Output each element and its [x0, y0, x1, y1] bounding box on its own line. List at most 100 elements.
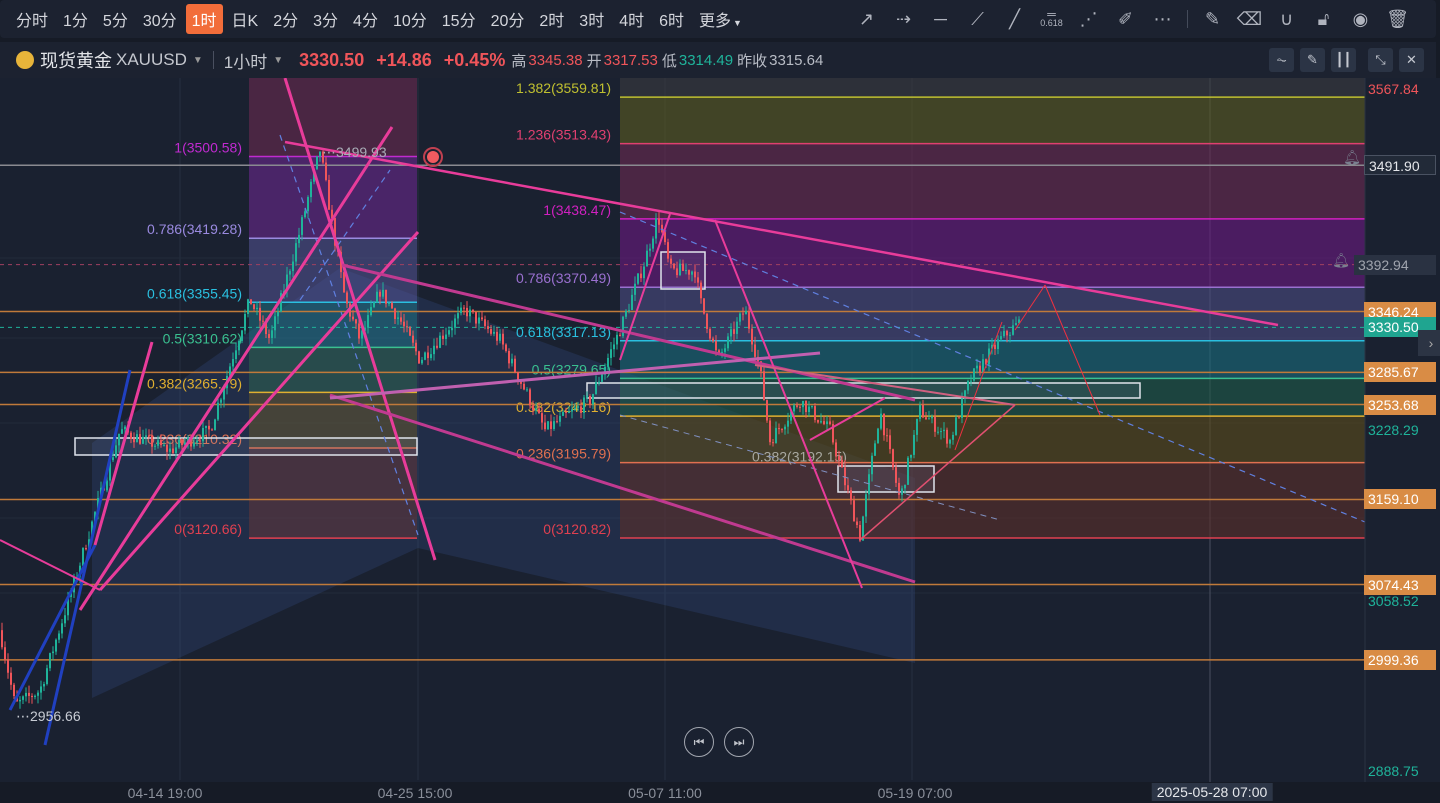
fib-0.618-icon[interactable]: ═ 0.618 [1033, 4, 1070, 34]
horizontal-line-icon[interactable]: ─ [922, 4, 959, 34]
close-button[interactable]: ✕ [1399, 48, 1424, 72]
candle-body [508, 350, 510, 364]
period-8[interactable]: 4分 [347, 4, 384, 34]
collapse-button[interactable]: ⤡ [1368, 48, 1393, 72]
price-chart[interactable]: 1(3500.58) 0.786(3419.28) 0.618(3355.45) 0.… [0, 78, 1440, 782]
candle-body [250, 299, 252, 305]
candle-body [412, 335, 414, 343]
candle-body [949, 439, 951, 444]
divider [212, 51, 214, 69]
candle-body [487, 326, 489, 330]
candle-body [541, 413, 543, 423]
candle-body [598, 381, 600, 383]
candle-body [958, 417, 960, 419]
candle-body [262, 320, 264, 322]
gold-coin-icon [16, 51, 34, 69]
candle-body [472, 309, 474, 313]
time-axis[interactable]: 04-14 19:00 04-25 15:00 05-07 11:00 05-19 0… [0, 782, 1365, 803]
last-price: 3330.50 [299, 49, 365, 70]
candle-body [562, 411, 564, 416]
period-7[interactable]: 3分 [307, 4, 344, 34]
period-10[interactable]: 15分 [436, 4, 482, 34]
magnet-icon[interactable]: ∪ [1268, 4, 1305, 34]
price-axis-label: 3228.29 [1368, 422, 1419, 438]
period-9[interactable]: 10分 [387, 4, 433, 34]
period-16[interactable]: 更多 ▼ [693, 4, 748, 34]
candle-body [148, 435, 150, 437]
candle-body [271, 330, 273, 338]
candle-body [373, 302, 375, 308]
candle-body [571, 409, 573, 412]
candle-body [214, 419, 216, 431]
fib-level-label: 1.236(3513.43) [516, 127, 611, 143]
candle-body [166, 444, 168, 452]
price-axis-label: 3253.68 [1364, 394, 1436, 415]
candle-body [970, 380, 972, 382]
ray-icon[interactable]: ⟋ [959, 4, 996, 34]
period-2[interactable]: 5分 [97, 4, 134, 34]
highlighter-icon[interactable]: ✐ [1107, 4, 1144, 34]
candle-body [310, 181, 312, 198]
indicator-button[interactable]: ⏦ [1269, 48, 1294, 72]
jump-end-button[interactable]: ⏭ [724, 727, 754, 757]
candle-body [457, 313, 459, 319]
period-13[interactable]: 3时 [573, 4, 610, 34]
draw-button[interactable]: ✎ [1300, 48, 1325, 72]
period-12[interactable]: 2时 [533, 4, 570, 34]
symbol-code[interactable]: XAUUSD [116, 50, 187, 70]
period-6[interactable]: 2分 [267, 4, 304, 34]
more-icon[interactable]: ⋯ [1144, 4, 1181, 34]
candle-body [805, 400, 807, 413]
candle-body [154, 445, 156, 447]
visibility-icon[interactable]: ◉ [1342, 4, 1379, 34]
period-0[interactable]: 分时 [10, 4, 54, 34]
candle-body [814, 406, 816, 420]
candle-body [202, 427, 204, 442]
period-3[interactable]: 30分 [137, 4, 183, 34]
candle-body [547, 421, 549, 430]
interval-dropdown-icon[interactable]: ▼ [273, 55, 283, 66]
candle-body [244, 314, 246, 331]
period-4[interactable]: 1时 [185, 4, 223, 34]
interval-select[interactable]: 1小时 [224, 48, 267, 73]
period-14[interactable]: 4时 [613, 4, 650, 34]
symbol-dropdown-icon[interactable]: ▼ [193, 55, 203, 66]
candle-body [697, 277, 699, 283]
period-15[interactable]: 6时 [653, 4, 690, 34]
candle-body [751, 328, 753, 345]
eraser-icon[interactable]: ⌫ [1231, 4, 1268, 34]
period-5[interactable]: 日K [226, 4, 265, 34]
candle-body [475, 312, 477, 324]
dashed-arrow-icon[interactable]: ⇢ [885, 4, 922, 34]
high-value: 3345.38 [528, 51, 583, 69]
period-11[interactable]: 20分 [485, 4, 531, 34]
candle-body [139, 434, 141, 444]
candle-body [358, 323, 360, 339]
jump-start-button[interactable]: ⏮ [684, 727, 714, 757]
candle-body [625, 310, 627, 317]
candle-body [7, 659, 9, 673]
fan-icon[interactable]: ⋰ [1070, 4, 1107, 34]
segment-icon[interactable]: ╱ [996, 4, 1033, 34]
candle-body [424, 352, 426, 360]
candle-body [793, 405, 795, 412]
alert-marker [427, 151, 439, 163]
candle-type-button[interactable]: ┃┃ [1331, 48, 1356, 72]
symbol-name[interactable]: 现货黄金 [40, 47, 112, 73]
trash-icon[interactable]: 🗑︎ [1379, 4, 1416, 34]
trend-arrow-icon[interactable]: ↗ [848, 4, 885, 34]
candle-body [106, 480, 108, 491]
unlock-icon[interactable]: 🔓︎ [1305, 4, 1342, 34]
candle-body [943, 429, 945, 432]
high-marker-label: ⋯3499.93 [322, 144, 387, 160]
period-1[interactable]: 1分 [57, 4, 94, 34]
drawing-tools: ↗ ⇢ ─ ⟋ ╱ ═ 0.618 ⋰ ✐ ⋯ ✎ ⌫ ∪ 🔓︎ ◉ 🗑︎ [848, 0, 1416, 38]
price-axis-label: 3285.67 [1364, 362, 1436, 383]
candle-body [49, 653, 51, 669]
prev-close-value: 3315.64 [769, 51, 824, 69]
edit-icon[interactable]: ✎ [1194, 4, 1231, 34]
candle-body [997, 339, 999, 349]
chevron-right-icon[interactable]: › [1418, 330, 1440, 356]
fib-zone [249, 156, 417, 239]
candle-body [196, 440, 198, 443]
